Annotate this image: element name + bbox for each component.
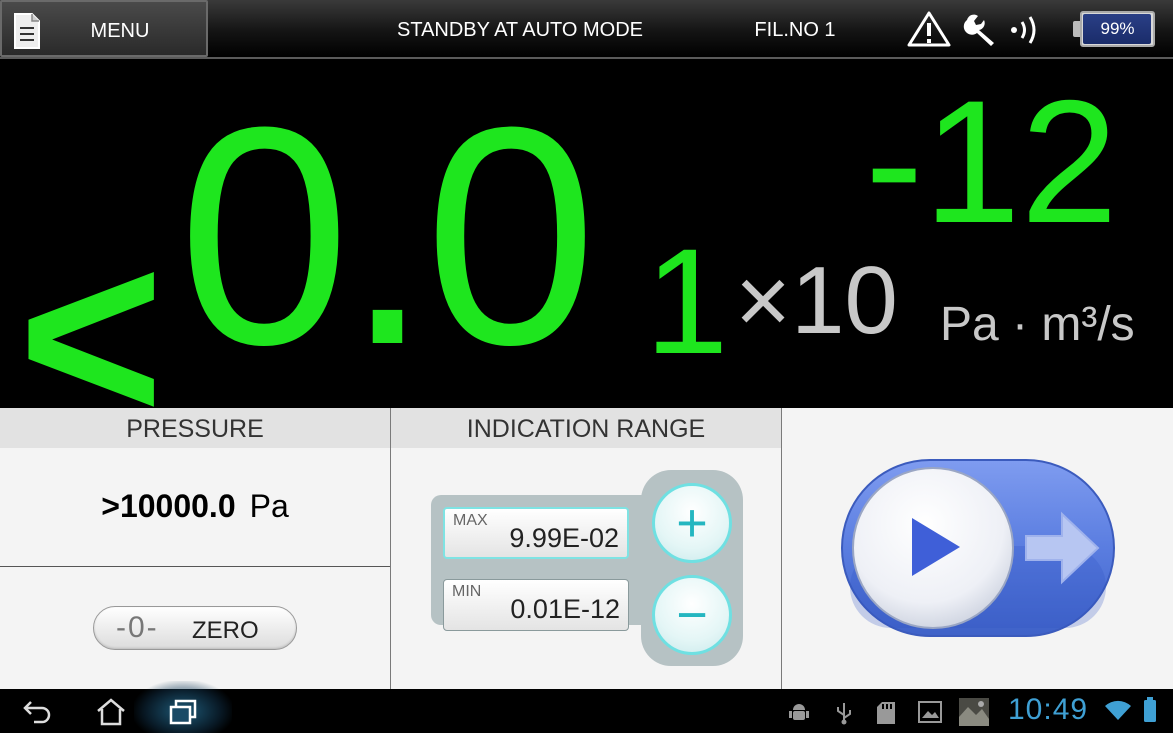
back-icon[interactable] [22, 699, 52, 729]
gallery-icon [918, 701, 942, 727]
range-min-tag: MIN [452, 583, 482, 600]
range-max-value: 9.99E-02 [509, 523, 619, 553]
divider [0, 566, 390, 567]
range-min-field[interactable]: MIN 0.01E-12 [443, 579, 629, 631]
range-increase-button[interactable]: + [652, 483, 732, 563]
indication-range-panel: INDICATION RANGE MAX 9.99E-02 MIN 0.01E-… [391, 408, 782, 689]
mantissa-small: 1 [645, 217, 729, 385]
recent-apps-icon[interactable] [168, 699, 198, 729]
indication-range-header: INDICATION RANGE [391, 408, 781, 448]
range-controls: MAX 9.99E-02 MIN 0.01E-12 + − [431, 470, 743, 666]
pressure-panel: PRESSURE >10000.0 Pa -0- ZERO [0, 408, 391, 689]
battery-indicator: 99% [1073, 11, 1155, 47]
mantissa-main: 0.0 [178, 62, 597, 409]
document-icon [12, 12, 42, 54]
zero-label: ZERO [192, 617, 259, 644]
usb-icon [835, 701, 853, 729]
start-panel [782, 408, 1173, 689]
clock: 10:49 [1008, 693, 1089, 726]
range-decrease-button[interactable]: − [652, 575, 732, 655]
sd-card-icon [876, 701, 896, 729]
range-min-value: 0.01E-12 [510, 594, 620, 624]
system-nav-bar: 10:49 [0, 681, 1173, 733]
multiplier: ×10 [735, 247, 898, 354]
control-panels: PRESSURE >10000.0 Pa -0- ZERO INDICATION … [0, 408, 1173, 689]
range-max-tag: MAX [453, 512, 488, 529]
signal-icon [1008, 12, 1046, 52]
top-status-bar: MENU STANDBY AT AUTO MODE FIL.NO 1 99% [0, 0, 1173, 59]
menu-button[interactable]: MENU [0, 0, 208, 57]
zero-button[interactable]: -0- ZERO [93, 606, 297, 650]
pressure-readout: >10000.0 Pa [0, 488, 390, 525]
status-text: STANDBY AT AUTO MODE [397, 19, 643, 41]
battery-percent: 99% [1100, 19, 1135, 38]
range-max-field[interactable]: MAX 9.99E-02 [443, 507, 629, 559]
battery-icon [1143, 697, 1157, 727]
screenshot-thumb-icon [958, 697, 990, 731]
leak-rate-readout: < 0.0 1 ×10 -12 Pa · m³/s [0, 61, 1173, 461]
pressure-header: PRESSURE [0, 408, 390, 448]
filament-number: FIL.NO 1 [754, 19, 836, 41]
pressure-value: >10000.0 [101, 488, 236, 524]
exponent: -12 [865, 65, 1118, 260]
home-icon[interactable] [95, 697, 127, 731]
wrench-icon[interactable] [962, 12, 998, 52]
menu-label: MENU [90, 20, 150, 42]
zero-icon: -0- [116, 611, 159, 644]
minus-icon: − [676, 585, 708, 645]
start-toggle-button[interactable] [840, 458, 1116, 642]
unit-label: Pa · m³/s [940, 298, 1135, 351]
wifi-icon [1104, 699, 1132, 725]
warning-icon[interactable] [906, 10, 952, 52]
pressure-unit: Pa [249, 488, 289, 524]
android-debug-icon [788, 701, 810, 727]
plus-icon: + [676, 493, 708, 553]
